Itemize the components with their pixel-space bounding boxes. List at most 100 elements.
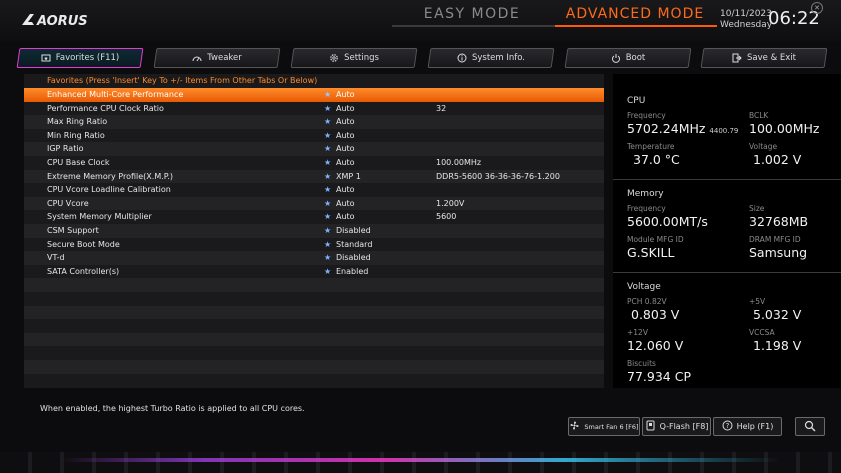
dram-mfg-label: DRAM MFG ID [749,235,801,244]
section-divider [613,272,841,273]
qflash-icon [645,420,656,433]
setting-name: Enhanced Multi-Core Performance [47,90,184,99]
setting-name: CPU Vcore [47,198,89,208]
setting-current: 5600 [436,212,457,222]
bottom-glow-strip [60,458,780,462]
favorites-row[interactable]: Max Ring Ratio ★ Auto [24,115,604,129]
setting-current: 32 [436,103,447,113]
favorites-row[interactable]: Performance CPU Clock Ratio ★ Auto 32 [24,102,604,116]
setting-name: CPU Base Clock [47,158,110,167]
smart-fan-button[interactable]: Smart Fan 6 [F6] [568,417,640,436]
setting-value[interactable]: Auto [336,88,355,102]
vccsa-value: 1.198 V [753,338,802,353]
help-label: Help (F1) [736,422,774,431]
setting-name: Extreme Memory Profile(X.M.P.) [47,171,174,181]
cpu-temperature-label: Temperature [627,142,675,151]
p5v-value: 5.032 V [753,307,802,322]
setting-name: Performance CPU Clock Ratio [47,103,164,113]
setting-value[interactable]: Auto [336,156,355,170]
easy-mode-button[interactable]: EASY MODE [392,4,552,24]
favorites-icon [41,53,51,63]
star-icon: ★ [324,266,332,276]
cpu-section-title: CPU [627,96,646,106]
voltage-section-title: Voltage [627,282,661,292]
setting-value[interactable]: Auto [336,102,355,116]
setting-value[interactable]: Disabled [336,251,371,265]
setting-value[interactable]: Standard [336,238,372,252]
setting-value[interactable]: XMP 1 [336,170,361,184]
tab-boot[interactable]: Boot [564,48,692,68]
empty-row [24,346,604,360]
setting-value[interactable]: Auto [336,183,355,197]
empty-row [24,360,604,374]
setting-value[interactable]: Disabled [336,224,371,238]
bottom-decoration [0,452,841,473]
exit-icon [732,53,742,63]
empty-row [24,292,604,306]
setting-name: VT-d [47,253,65,263]
favorites-row[interactable]: System Memory Multiplier ★ Auto 5600 [24,210,604,224]
cpu-frequency-value: 5702.24MHz [627,121,706,136]
setting-name: SATA Controller(s) [47,266,120,276]
setting-value[interactable]: Enabled [336,265,368,279]
star-icon: ★ [324,171,332,181]
aorus-logo: AORUS [20,10,94,30]
date-display: 10/11/2023 Wednesday [720,9,772,31]
p12v-label: +12V [627,328,648,337]
favorites-row[interactable]: CPU Base Clock ★ Auto 100.00MHz [24,156,604,170]
setting-value[interactable]: Auto [336,115,355,129]
search-button[interactable] [795,417,825,436]
gear-icon [329,53,339,63]
logo-text: AORUS [36,14,88,29]
smart-fan-label: Smart Fan 6 [F6] [584,422,639,431]
qflash-button[interactable]: Q-Flash [F8] [642,417,711,436]
vccsa-label: VCCSA [749,328,775,337]
star-icon: ★ [324,253,332,263]
tab-settings[interactable]: Settings [290,48,418,68]
bclk-label: BCLK [749,111,769,120]
cpu-frequency-sub: 4400.79 [709,127,739,135]
help-icon: ? [722,420,733,433]
memory-frequency-label: Frequency [627,204,666,213]
pch-value: 0.803 V [631,307,680,322]
tab-save-exit[interactable]: Save & Exit [700,48,828,68]
p5v-label: +5V [749,297,766,306]
favorites-title: Favorites (Press 'Insert' Key To +/- Ite… [47,76,318,85]
favorites-row[interactable]: Min Ring Ratio ★ Auto [24,129,604,143]
favorites-row[interactable]: CPU Vcore Loadline Calibration ★ Auto [24,183,604,197]
star-icon: ★ [324,185,332,195]
favorites-row[interactable]: CPU Vcore ★ Auto 1.200V [24,196,604,211]
favorites-row[interactable]: SATA Controller(s) ★ Enabled [24,265,604,279]
tab-system-info[interactable]: System Info. [427,48,555,68]
tab-favorites[interactable]: Favorites (F11) [16,48,144,68]
favorites-row[interactable]: Secure Boot Mode ★ Standard [24,238,604,252]
tab-favorites-label: Favorites (F11) [55,53,120,63]
empty-row [24,305,604,320]
setting-value[interactable]: Auto [336,210,355,224]
empty-row [24,278,604,292]
date: 10/11/2023 [720,9,772,19]
tab-tweaker[interactable]: Tweaker [153,48,281,68]
star-icon: ★ [324,130,332,140]
favorites-row[interactable]: IGP Ratio ★ Auto [24,142,604,156]
advanced-mode-indicator [555,25,717,27]
favorites-row[interactable]: Extreme Memory Profile(X.M.P.) ★ XMP 1 D… [24,169,604,184]
setting-value[interactable]: Auto [336,197,355,211]
setting-value[interactable]: Auto [336,129,355,143]
favorites-row[interactable]: VT-d ★ Disabled [24,251,604,265]
cpu-frequency: 5702.24MHz 4400.79 [627,121,738,136]
favorites-row[interactable]: Enhanced Multi-Core Performance ★ Auto [24,88,604,102]
setting-name: Min Ring Ratio [47,130,105,140]
star-icon: ★ [324,90,332,99]
setting-name: CSM Support [47,226,99,235]
setting-name: CPU Vcore Loadline Calibration [47,185,171,195]
setting-name: Secure Boot Mode [47,239,120,249]
close-icon[interactable]: ✕ [811,2,823,14]
star-icon: ★ [324,212,332,222]
tab-settings-label: Settings [344,53,379,63]
advanced-mode-button[interactable]: ADVANCED MODE [555,4,715,24]
memory-size-label: Size [749,204,765,213]
setting-value[interactable]: Auto [336,142,355,156]
favorites-row[interactable]: CSM Support ★ Disabled [24,224,604,238]
help-button[interactable]: ? Help (F1) [713,417,782,436]
